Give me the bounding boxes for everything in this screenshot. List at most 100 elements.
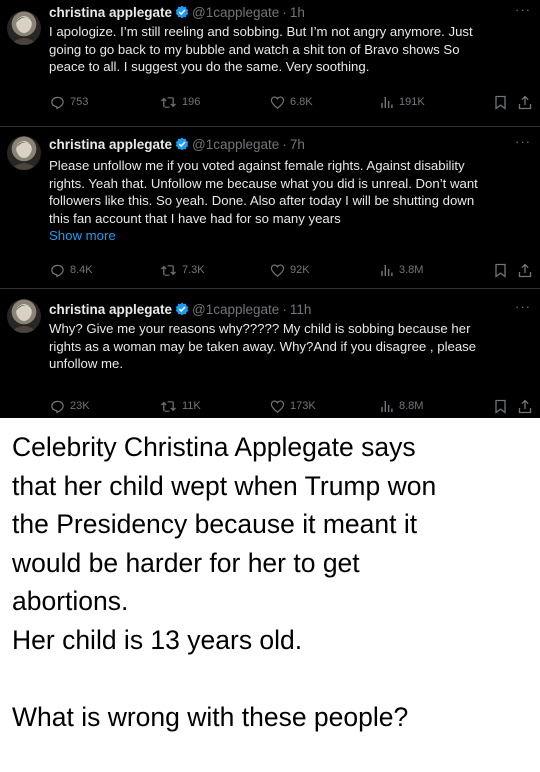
reply-count: 8.4K <box>70 264 93 276</box>
tweet-text-line: I apologize. I’m still reeling and sobbi… <box>49 24 473 39</box>
views-chart-icon <box>381 401 393 412</box>
bookmark-icon <box>495 95 506 110</box>
reply-button[interactable]: 23K <box>50 398 90 414</box>
verified-badge-icon <box>175 137 189 151</box>
avatar[interactable] <box>7 136 41 170</box>
repost-icon <box>161 400 176 412</box>
tweet-actions: 8.4K 7.3K 92K 3.8M <box>0 262 540 278</box>
caption-line: the Presidency because it meant it <box>12 509 418 539</box>
repost-count: 7.3K <box>182 264 205 276</box>
tweet-text-line: Please unfollow me if you voted against … <box>49 158 465 173</box>
show-more-link[interactable]: Show more <box>49 227 533 245</box>
tweet-time[interactable]: 11h <box>290 302 312 317</box>
repost-count: 196 <box>182 96 201 108</box>
like-button[interactable]: 6.8K <box>270 94 313 110</box>
repost-button[interactable]: 196 <box>160 94 200 110</box>
views-chart-icon <box>381 97 393 108</box>
caption-line <box>12 659 532 698</box>
meta-separator: · <box>282 5 287 20</box>
repost-button[interactable]: 7.3K <box>160 262 205 278</box>
tweet-header: christina applegate @1capplegate · 11h <box>49 302 311 318</box>
verified-badge-icon <box>175 302 189 316</box>
share-icon <box>518 95 532 109</box>
views-button[interactable]: 3.8M <box>380 262 423 278</box>
caption-line: What is wrong with these people? <box>12 701 409 732</box>
reply-count: 23K <box>70 400 90 412</box>
author-name[interactable]: christina applegate <box>49 137 172 152</box>
bookmark-icon <box>495 263 506 278</box>
repost-icon <box>161 264 176 276</box>
heart-icon <box>270 399 285 413</box>
caption-text: Celebrity Christina Applegate says that … <box>12 428 532 736</box>
more-options-icon[interactable]: ··· <box>515 300 531 313</box>
tweet-text: Please unfollow me if you voted against … <box>49 157 533 245</box>
bookmark-button[interactable] <box>494 398 512 414</box>
tweet-text: Why? Give me your reasons why????? My ch… <box>49 320 533 373</box>
tweet-text-line: unfollow me. <box>49 356 124 372</box>
repost-icon <box>161 96 176 108</box>
view-count: 191K <box>399 96 425 108</box>
tweet-text: I apologize. I’m still reeling and sobbi… <box>49 23 533 76</box>
tweet-text-line: rights. Yeah that. Unfollow me because w… <box>49 175 478 191</box>
author-handle[interactable]: @1capplegate <box>192 137 279 152</box>
share-icon <box>518 263 532 277</box>
meta-separator: · <box>282 302 287 317</box>
like-button[interactable]: 173K <box>270 398 316 414</box>
share-button[interactable] <box>518 262 537 278</box>
author-name[interactable]: christina applegate <box>49 302 172 317</box>
avatar[interactable] <box>7 299 41 333</box>
tweet-card[interactable]: christina applegate @1capplegate · 1h ··· I… <box>0 0 540 127</box>
author-handle[interactable]: @1capplegate <box>192 302 279 317</box>
caption-line: Her child is 13 years old. <box>12 624 303 655</box>
share-button[interactable] <box>518 398 537 414</box>
screenshot: christina applegate @1capplegate · 1h ··· I… <box>0 0 540 772</box>
tweet-card[interactable]: christina applegate @1capplegate · 7h ··· P… <box>0 127 540 289</box>
share-button[interactable] <box>518 94 537 110</box>
tweet-actions: 753 196 6.8K 191K <box>0 94 540 110</box>
share-icon <box>518 399 532 413</box>
caption-line: would be harder for her to get <box>12 547 360 578</box>
tweet-card[interactable]: christina applegate @1capplegate · 11h ··· … <box>0 289 540 418</box>
view-count: 8.8M <box>399 400 424 412</box>
tweet-header: christina applegate @1capplegate · 1h <box>49 5 305 21</box>
reply-icon <box>51 264 64 277</box>
tweet-time[interactable]: 7h <box>290 137 305 152</box>
tweet-text-line: peace to all. I suggest you do the same.… <box>49 59 370 75</box>
reply-button[interactable]: 753 <box>50 94 88 110</box>
bookmark-button[interactable] <box>494 94 512 110</box>
views-button[interactable]: 8.8M <box>380 398 423 414</box>
tweet-actions: 23K 11K 173K 8.8M <box>0 398 540 414</box>
repost-count: 11K <box>182 400 201 412</box>
tweet-header: christina applegate @1capplegate · 7h <box>49 137 305 153</box>
tweet-text-line: this fan account that I have had for so … <box>49 210 341 226</box>
bookmark-icon <box>495 399 506 414</box>
tweet-text-line: rights as a woman may be taken away. Why… <box>49 338 477 354</box>
bookmark-button[interactable] <box>494 262 512 278</box>
caption-line: that her child wept when Trump won <box>12 470 437 501</box>
tweet-time[interactable]: 1h <box>290 5 305 20</box>
like-count: 6.8K <box>290 96 313 108</box>
author-handle[interactable]: @1capplegate <box>192 5 279 20</box>
reply-icon <box>51 400 64 413</box>
reply-button[interactable]: 8.4K <box>50 262 93 278</box>
views-button[interactable]: 191K <box>380 94 425 110</box>
repost-button[interactable]: 11K <box>160 398 201 414</box>
caption-line: abortions. <box>12 586 129 616</box>
tweet-text-line: Why? Give me your reasons why????? My ch… <box>49 321 471 336</box>
author-name[interactable]: christina applegate <box>49 5 172 20</box>
like-button[interactable]: 92K <box>270 262 310 278</box>
tweet-text-line: going to go back to my bubble and watch … <box>49 41 460 57</box>
tweet-list: christina applegate @1capplegate · 1h ··· I… <box>0 0 540 418</box>
more-options-icon[interactable]: ··· <box>515 135 531 148</box>
heart-icon <box>270 95 285 109</box>
meta-separator: · <box>282 137 287 152</box>
avatar[interactable] <box>7 11 41 45</box>
more-options-icon[interactable]: ··· <box>515 3 531 16</box>
heart-icon <box>270 263 285 277</box>
like-count: 92K <box>290 264 310 276</box>
views-chart-icon <box>381 265 393 276</box>
caption-line: Celebrity Christina Applegate says <box>12 432 416 462</box>
like-count: 173K <box>290 400 316 412</box>
tweet-text-line: followers like this. So yeah. Done. Also… <box>49 193 475 209</box>
view-count: 3.8M <box>399 264 424 276</box>
